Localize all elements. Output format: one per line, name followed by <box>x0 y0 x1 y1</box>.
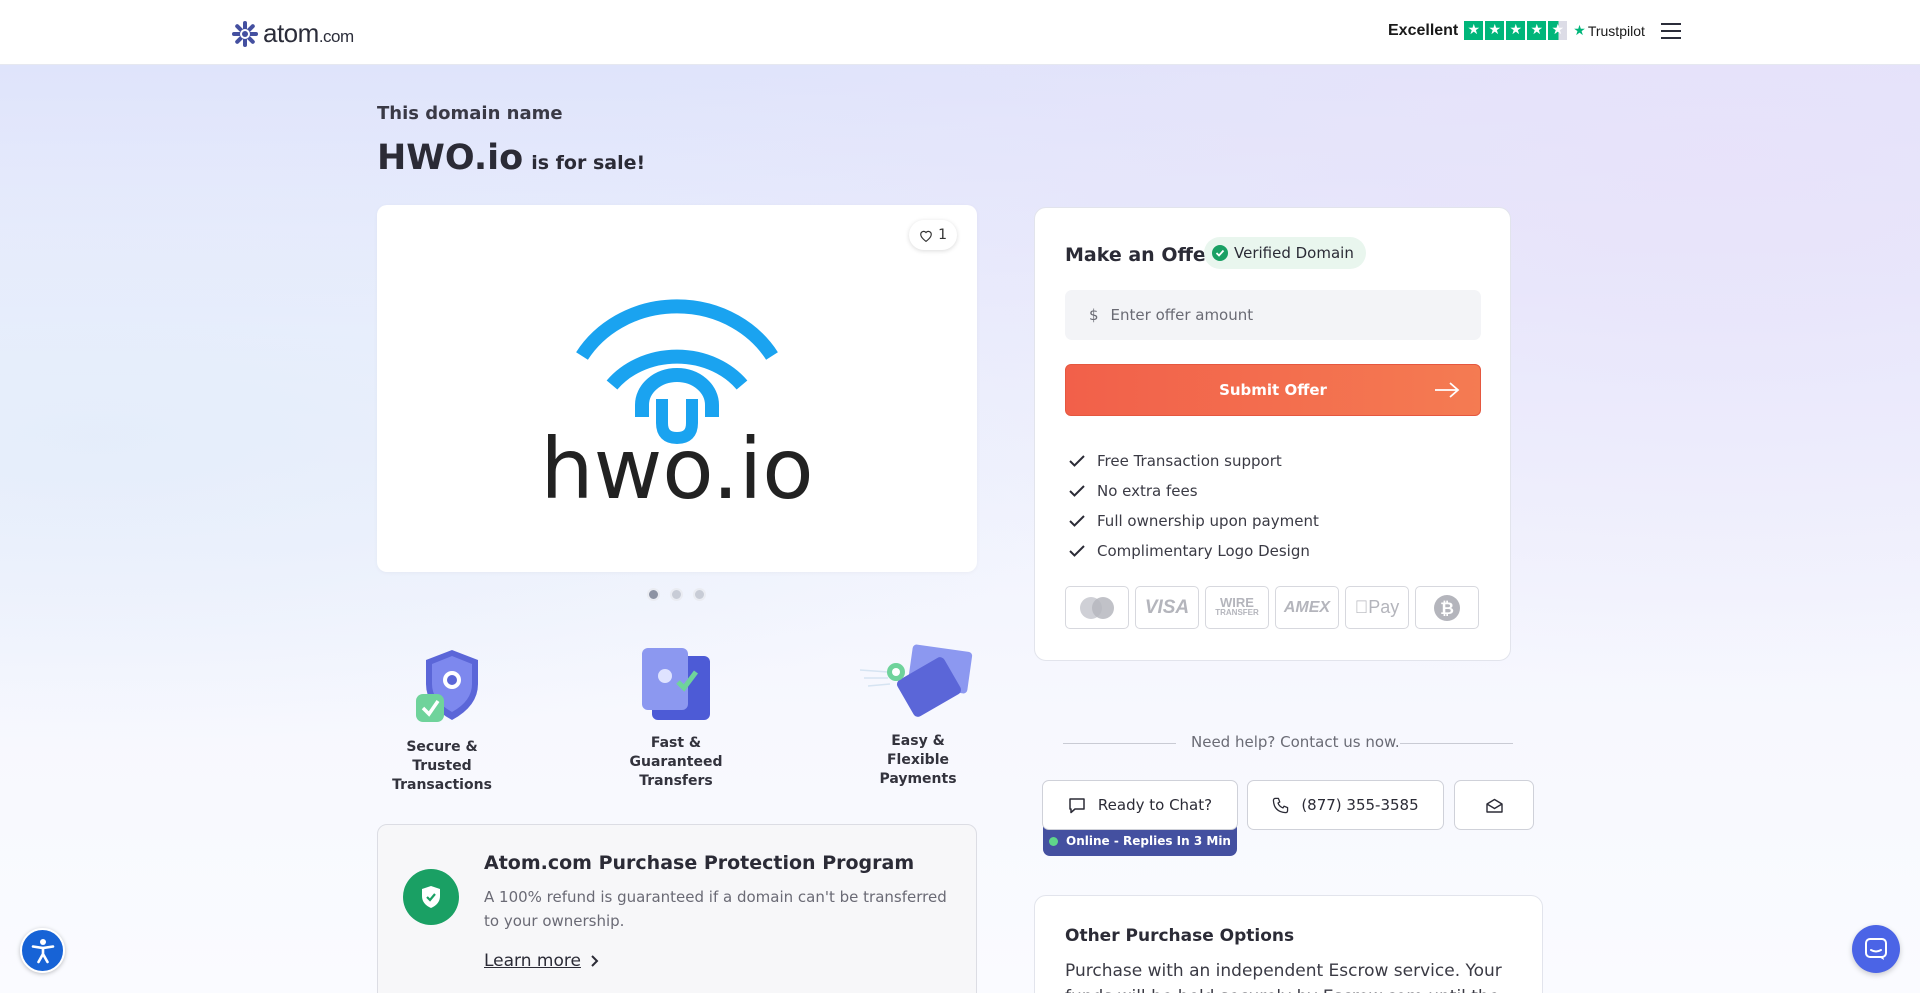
cards-icon <box>859 644 973 717</box>
check-icon <box>1069 515 1085 527</box>
chat-bubble-icon <box>1069 797 1085 813</box>
bitcoin-icon: ₿ <box>1415 586 1479 629</box>
carousel-dots <box>647 588 706 601</box>
purchase-protection-card: Atom.com Purchase Protection Program A 1… <box>377 824 977 993</box>
divider <box>1063 743 1176 744</box>
other-options-text: Purchase with an independent Escrow serv… <box>1065 961 1502 993</box>
benefit-item: Full ownership upon payment <box>1069 506 1319 536</box>
benefit-item: Complimentary Logo Design <box>1069 536 1319 566</box>
domain-name: HWO.io <box>377 138 524 178</box>
carousel-dot-1[interactable] <box>647 588 660 601</box>
submit-offer-button[interactable]: Submit Offer <box>1065 364 1481 416</box>
payment-methods: VISA WIRETRANSFER AMEX Pay ₿ <box>1065 586 1479 629</box>
verified-check-icon <box>1212 245 1228 261</box>
carousel-dot-3[interactable] <box>693 588 706 601</box>
check-icon <box>1069 485 1085 497</box>
amex-icon: AMEX <box>1275 586 1339 629</box>
currency-symbol: $ <box>1089 306 1099 324</box>
domain-logo-card: 1 hwo.io <box>377 205 977 572</box>
trustpilot-star-icon: ★ <box>1573 22 1586 38</box>
email-button[interactable] <box>1454 780 1534 830</box>
star-icon: ★ <box>1527 21 1547 40</box>
shield-icon <box>416 650 478 722</box>
atom-logo-icon <box>231 20 259 48</box>
protection-title: Atom.com Purchase Protection Program <box>484 852 915 874</box>
make-offer-title: Make an Offer <box>1065 244 1216 266</box>
chevron-right-icon <box>591 955 599 967</box>
domain-logo-image: hwo.io <box>540 283 814 518</box>
trustpilot-rating-label: Excellent <box>1388 21 1459 39</box>
check-icon <box>1069 455 1085 467</box>
divider <box>1400 743 1513 744</box>
benefit-item: Free Transaction support <box>1069 446 1319 476</box>
mastercard-icon <box>1065 586 1129 629</box>
visa-icon: VISA <box>1135 586 1199 629</box>
chat-launcher-button[interactable] <box>1852 925 1900 973</box>
atom-logo[interactable]: atom.com <box>231 18 354 49</box>
heart-icon <box>920 230 932 242</box>
trustpilot-widget[interactable]: Excellent ★ ★ ★ ★ ★ ★ Trustpilot <box>1388 21 1645 40</box>
chat-button[interactable]: Ready to Chat? <box>1042 780 1238 830</box>
feature-payments: Easy & Flexible Payments <box>858 642 978 789</box>
online-dot-icon <box>1049 836 1059 846</box>
wallet-icon <box>642 648 710 720</box>
online-status-badge: Online - Replies In 3 Min <box>1043 826 1237 856</box>
accessibility-button[interactable] <box>20 928 65 973</box>
site-header: atom.com Excellent ★ ★ ★ ★ ★ ★ Trustpilot <box>0 0 1920 65</box>
star-half-icon: ★ <box>1548 21 1568 40</box>
for-sale-label: is for sale! <box>531 152 646 174</box>
like-button[interactable]: 1 <box>909 220 957 250</box>
hamburger-menu-icon[interactable] <box>1661 23 1681 39</box>
chat-launcher-icon <box>1865 938 1887 960</box>
svg-text:hwo.io: hwo.io <box>542 420 812 503</box>
svg-text:₿: ₿ <box>1440 599 1454 619</box>
like-count: 1 <box>938 227 947 243</box>
make-offer-card: Make an Offer Verified Domain $ Submit O… <box>1034 207 1511 661</box>
wire-transfer-icon: WIRE TRANSFER <box>1205 586 1269 629</box>
shield-check-icon <box>403 869 459 925</box>
phone-icon <box>1273 797 1289 813</box>
mail-icon <box>1485 798 1503 813</box>
benefit-item: No extra fees <box>1069 476 1319 506</box>
feature-secure: Secure & Trusted Transactions <box>377 644 507 795</box>
protection-description: A 100% refund is guaranteed if a domain … <box>484 888 947 930</box>
help-text: Need help? Contact us now. <box>1191 733 1400 751</box>
star-icon: ★ <box>1485 21 1505 40</box>
carousel-dot-2[interactable] <box>670 588 683 601</box>
other-options-title: Other Purchase Options <box>1065 926 1295 946</box>
feature-fast: Fast & Guaranteed Transfers <box>606 642 746 791</box>
trustpilot-stars: ★ ★ ★ ★ ★ <box>1464 21 1568 40</box>
phone-button[interactable]: (877) 355-3585 <box>1247 780 1444 830</box>
check-icon <box>1069 545 1085 557</box>
other-purchase-options-card: Other Purchase Options Purchase with an … <box>1034 895 1543 993</box>
page-title: HWO.io is for sale! <box>377 138 645 178</box>
apple-pay-icon: Pay <box>1345 586 1409 629</box>
offer-benefits-list: Free Transaction support No extra fees F… <box>1069 446 1319 566</box>
offer-amount-field[interactable]: $ <box>1065 290 1481 340</box>
star-icon: ★ <box>1464 21 1484 40</box>
verified-domain-badge: Verified Domain <box>1204 237 1366 269</box>
offer-amount-input[interactable] <box>1110 306 1451 324</box>
accessibility-icon <box>31 938 54 963</box>
star-icon: ★ <box>1506 21 1526 40</box>
arrow-right-icon <box>1435 382 1460 398</box>
learn-more-link[interactable]: Learn more <box>484 951 599 971</box>
page-eyebrow: This domain name <box>377 103 563 124</box>
logo-text: atom.com <box>263 18 354 48</box>
trustpilot-brand: ★ Trustpilot <box>1573 22 1645 39</box>
